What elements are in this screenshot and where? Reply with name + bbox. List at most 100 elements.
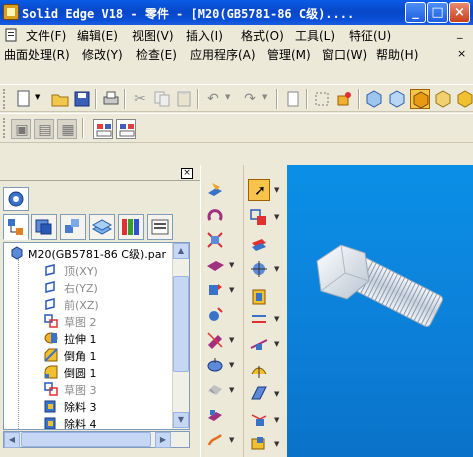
extrude-command-button[interactable] [204,179,226,201]
thin-wall-command-button[interactable] [204,404,226,426]
tab-feature-pathfinder[interactable] [3,214,29,240]
tree-item-sketch-2[interactable]: 草图 2 [4,313,172,329]
chevron-down-icon[interactable]: ▼ [35,93,40,101]
profile-tool-button[interactable]: ▤ [34,119,54,139]
view-shaded-button[interactable] [410,89,430,109]
view-front-button[interactable] [433,89,453,109]
scroll-up-button[interactable]: ▲ [173,243,189,259]
chevron-down-icon[interactable]: ▼ [229,354,235,376]
solid-edge-app-icon[interactable] [3,4,19,20]
tab-color-manager[interactable] [118,214,144,240]
tree-item-chamfer-1[interactable]: 倒角 1 [4,347,172,363]
scroll-thumb[interactable] [21,432,151,447]
round-command-button[interactable] [204,304,226,326]
sketch-tool-button[interactable]: ▣ [11,119,31,139]
cutout-command-button[interactable] [204,229,226,251]
chevron-down-icon[interactable]: ▼ [229,329,235,351]
coordinate-system-button[interactable] [248,258,270,280]
select-tool-button[interactable] [312,89,332,109]
draft-command-button[interactable] [204,354,226,376]
menu-inspect[interactable]: 检查(E) [136,46,177,63]
model-viewport[interactable] [287,165,473,457]
scroll-right-button[interactable]: ▶ [155,432,171,448]
thread-command-button[interactable] [204,279,226,301]
open-button[interactable] [50,89,70,109]
dimension-command-button[interactable] [248,333,270,355]
tree-item-plane-top[interactable]: 顶(XY) [4,262,172,278]
hide-all-button[interactable] [116,119,136,139]
tab-sheets[interactable] [89,214,115,240]
mdi-close-icon[interactable]: × [457,47,466,60]
menu-insert[interactable]: 插入(I) [186,27,223,44]
mdi-minimize-icon[interactable]: _ [457,26,463,39]
menu-modify[interactable]: 修改(Y) [82,46,123,63]
toolbar-grip[interactable] [3,89,6,109]
sketch-command-button[interactable] [248,206,270,228]
menu-view[interactable]: 视图(V) [132,27,174,44]
surface-command-button[interactable] [248,360,270,382]
chevron-down-icon[interactable]: ▼ [225,93,230,101]
chevron-down-icon[interactable]: ▼ [229,254,235,276]
plane-command-button[interactable] [248,235,270,257]
close-button[interactable]: × [449,2,470,23]
pattern-command-button[interactable] [204,379,226,401]
chevron-down-icon[interactable]: ▼ [274,383,280,405]
scroll-left-button[interactable]: ◀ [4,432,20,448]
select-tool-button[interactable]: ➚ [248,179,270,201]
menu-format[interactable]: 格式(O) [241,27,284,44]
tree-item-plane-right[interactable]: 右(YZ) [4,279,172,295]
print-button[interactable] [101,89,121,109]
relate-command-button[interactable] [248,308,270,330]
tree-item-extrude-1[interactable]: 拉伸 1 [4,330,172,346]
chevron-down-icon[interactable]: ▼ [274,333,280,355]
copy-button[interactable] [152,89,172,109]
tab-assembly[interactable] [60,214,86,240]
tab-family-of-parts[interactable] [147,214,173,240]
menu-surfacing[interactable]: 曲面处理(R) [4,46,70,63]
undo-button[interactable]: ↶ [203,89,223,109]
measure-command-button[interactable] [248,409,270,431]
save-button[interactable] [72,89,92,109]
face-command-button[interactable] [248,383,270,405]
horizontal-scrollbar[interactable]: ◀ ▶ [3,431,190,448]
chevron-down-icon[interactable]: ▼ [262,93,267,101]
chevron-down-icon[interactable]: ▼ [274,179,280,201]
minimize-button[interactable]: _ [405,2,426,23]
menu-help[interactable]: 帮助(H) [376,46,418,63]
tree-item-plane-front[interactable]: 前(XZ) [4,296,172,312]
view-right-button[interactable] [455,89,473,109]
chevron-down-icon[interactable]: ▼ [229,379,235,401]
part-command-button[interactable] [248,433,270,455]
menu-features[interactable]: 特征(U) [349,27,391,44]
chevron-down-icon[interactable]: ▼ [274,433,280,455]
insert-object-button[interactable] [283,89,303,109]
redo-button[interactable]: ↷ [240,89,260,109]
scroll-down-button[interactable]: ▼ [173,412,189,428]
chevron-down-icon[interactable]: ▼ [229,279,235,301]
tab-layers[interactable] [31,214,57,240]
menu-window[interactable]: 窗口(W) [322,46,367,63]
tree-item-sketch-3[interactable]: 草图 3 [4,381,172,397]
toolbar-grip[interactable] [3,118,6,138]
new-button[interactable] [14,89,34,109]
hole-command-button[interactable] [204,254,226,276]
cut-button[interactable]: ✂ [130,89,150,109]
tree-item-cutout-4[interactable]: 除料 4 [4,415,172,429]
menu-manage[interactable]: 管理(M) [267,46,311,63]
view-iso-button[interactable] [364,89,384,109]
chevron-down-icon[interactable]: ▼ [274,308,280,330]
body-command-button[interactable] [248,286,270,308]
pathfinder-options-button[interactable] [3,187,29,211]
document-icon[interactable] [4,28,18,42]
table-tool-button[interactable]: ▦ [57,119,77,139]
mirror-command-button[interactable] [204,429,226,451]
chevron-down-icon[interactable]: ▼ [274,258,280,280]
view-top-button[interactable] [387,89,407,109]
chevron-down-icon[interactable]: ▼ [274,409,280,431]
menu-applications[interactable]: 应用程序(A) [190,46,256,63]
chevron-down-icon[interactable]: ▼ [274,206,280,228]
menu-file[interactable]: 文件(F) [26,27,66,44]
tree-item-cutout-3[interactable]: 除料 3 [4,398,172,414]
menu-edit[interactable]: 编辑(E) [77,27,118,44]
tree-item-round-1[interactable]: 倒圆 1 [4,364,172,380]
